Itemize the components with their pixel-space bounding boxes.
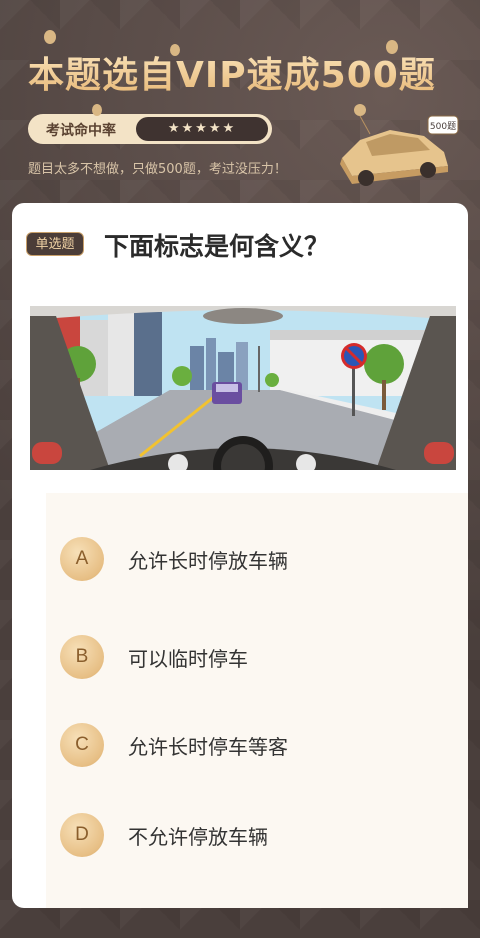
hit-rate-label: 考试命中率 [46,123,116,139]
option-c[interactable]: C 允许长时停车等客 [46,715,468,775]
no-parking-sign-icon [341,343,367,369]
car-illustration-icon: 500题 [340,104,459,186]
answer-options: A 允许长时停放车辆 B 可以临时停车 C 允许长时停车等客 D 不允许停放车辆 [46,493,468,908]
option-a[interactable]: A 允许长时停放车辆 [46,529,468,589]
option-letter: B [60,635,104,679]
option-text: 可以临时停车 [128,647,248,671]
hit-rate-pill: 考试命中率 ★★★★★ [28,114,272,144]
option-b[interactable]: B 可以临时停车 [46,627,468,687]
road-scene-image [30,306,456,470]
balloon-decoration [44,30,56,44]
option-text: 允许长时停放车辆 [128,549,288,573]
car-badge: 500题 [430,121,456,132]
promo-header: 本题选自VIP速成500题 考试命中率 ★★★★★ 题目太多不想做，只做500题… [0,0,480,200]
rating-stars-icon: ★★★★★ [136,117,268,141]
question-type-badge: 单选题 [26,232,84,256]
option-text: 允许长时停车等客 [128,735,288,759]
option-letter: C [60,723,104,767]
tagline: 题目太多不想做，只做500题，考过没压力！ [28,162,287,177]
question-card: 单选题 下面标志是何含义？ A 允许长时停放车辆 B 可以临时停车 C 允许长时… [12,203,468,908]
question-text: 下面标志是何含义？ [104,232,330,261]
option-text: 不允许停放车辆 [128,825,268,849]
option-letter: D [60,813,104,857]
page-title: 本题选自VIP速成500题 [28,46,458,98]
option-d[interactable]: D 不允许停放车辆 [46,805,468,865]
balloon-decoration [92,104,102,116]
option-letter: A [60,537,104,581]
